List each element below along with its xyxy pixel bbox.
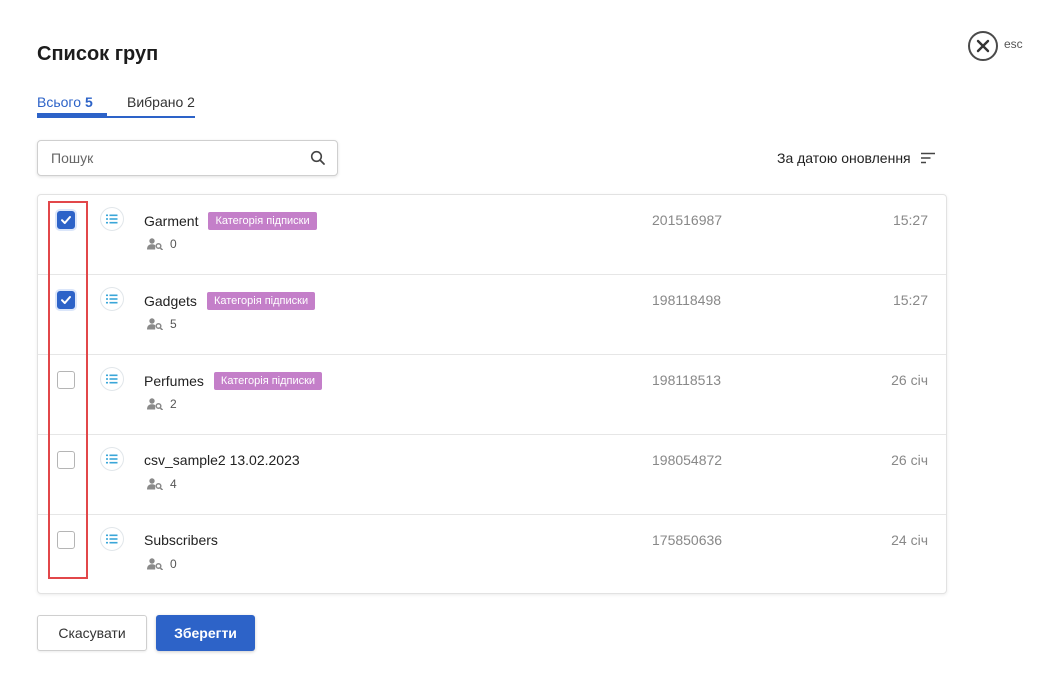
group-date: 15:27 — [892, 212, 928, 228]
group-checkbox[interactable] — [57, 371, 75, 389]
group-row[interactable]: Gadgets Категорія підписки 5 198118498 1… — [38, 275, 946, 355]
page-title: Список груп — [37, 43, 159, 65]
list-icon — [100, 207, 124, 231]
group-date: 26 січ — [891, 452, 928, 468]
members-count: 2 — [147, 397, 177, 411]
sort-control[interactable]: За датою оновлення — [777, 150, 935, 166]
search-box — [37, 140, 338, 176]
group-name-line: Gadgets Категорія підписки — [144, 292, 316, 310]
group-name-line: Garment Категорія підписки — [144, 212, 317, 230]
user-search-icon — [147, 558, 163, 570]
tab-all-count: 5 — [85, 94, 93, 110]
tab-selected[interactable]: Вибрано 2 — [127, 94, 195, 110]
sort-lines-icon — [920, 152, 935, 164]
esc-label: esc — [1004, 37, 1023, 51]
close-button[interactable] — [968, 31, 998, 61]
category-tag: Категорія підписки — [213, 372, 323, 390]
group-id: 175850636 — [652, 532, 723, 548]
category-tag: Категорія підписки — [206, 292, 316, 310]
list-icon — [100, 287, 124, 311]
group-date: 15:27 — [892, 292, 928, 308]
list-icon — [100, 527, 124, 551]
user-search-icon — [147, 478, 163, 490]
user-search-icon — [147, 398, 163, 410]
members-value: 5 — [170, 317, 177, 331]
members-count: 0 — [147, 237, 177, 251]
check-icon — [61, 296, 71, 304]
check-icon — [61, 216, 71, 224]
search-icon[interactable] — [310, 150, 326, 166]
tab-all[interactable]: Всього 5 — [37, 94, 93, 110]
group-row[interactable]: csv_sample2 13.02.2023 4 198054872 26 сі… — [38, 435, 946, 515]
group-checkbox[interactable] — [57, 451, 75, 469]
list-icon — [100, 367, 124, 391]
group-name: csv_sample2 13.02.2023 — [144, 452, 300, 468]
group-name: Garment — [144, 213, 199, 229]
group-name-line: csv_sample2 13.02.2023 — [144, 452, 300, 468]
group-id: 198054872 — [652, 452, 723, 468]
search-input[interactable] — [51, 141, 301, 175]
tabs-bar: Всього 5 Вибрано 2 — [37, 92, 195, 118]
members-value: 0 — [170, 557, 177, 571]
group-date: 24 січ — [891, 532, 928, 548]
user-search-icon — [147, 318, 163, 330]
group-id: 198118498 — [652, 292, 722, 308]
group-name-line: Perfumes Категорія підписки — [144, 372, 323, 390]
category-tag: Категорія підписки — [208, 212, 317, 230]
save-button[interactable]: Зберегти — [156, 615, 255, 651]
groups-list: Garment Категорія підписки 0 201516987 1… — [37, 194, 947, 594]
close-icon — [976, 39, 990, 53]
members-value: 0 — [170, 237, 177, 251]
members-value: 2 — [170, 397, 177, 411]
group-checkbox[interactable] — [57, 291, 75, 309]
group-row[interactable]: Garment Категорія підписки 0 201516987 1… — [38, 195, 946, 275]
members-value: 4 — [170, 477, 177, 491]
list-icon — [100, 447, 124, 471]
group-checkbox[interactable] — [57, 531, 75, 549]
group-id: 201516987 — [652, 212, 723, 228]
members-count: 0 — [147, 557, 177, 571]
group-name: Subscribers — [144, 532, 218, 548]
group-name: Perfumes — [144, 373, 204, 389]
group-checkbox[interactable] — [57, 211, 75, 229]
sort-label: За датою оновлення — [777, 150, 911, 166]
group-name-line: Subscribers — [144, 532, 218, 548]
group-name: Gadgets — [144, 293, 197, 309]
group-id: 198118513 — [652, 372, 722, 388]
group-date: 26 січ — [891, 372, 928, 388]
group-row[interactable]: Perfumes Категорія підписки 2 198118513 … — [38, 355, 946, 435]
active-tab-indicator — [37, 113, 107, 116]
members-count: 5 — [147, 317, 177, 331]
members-count: 4 — [147, 477, 177, 491]
user-search-icon — [147, 238, 163, 250]
group-row[interactable]: Subscribers 0 175850636 24 січ — [38, 515, 946, 595]
cancel-button[interactable]: Скасувати — [37, 615, 147, 651]
tab-all-label: Всього — [37, 94, 82, 110]
